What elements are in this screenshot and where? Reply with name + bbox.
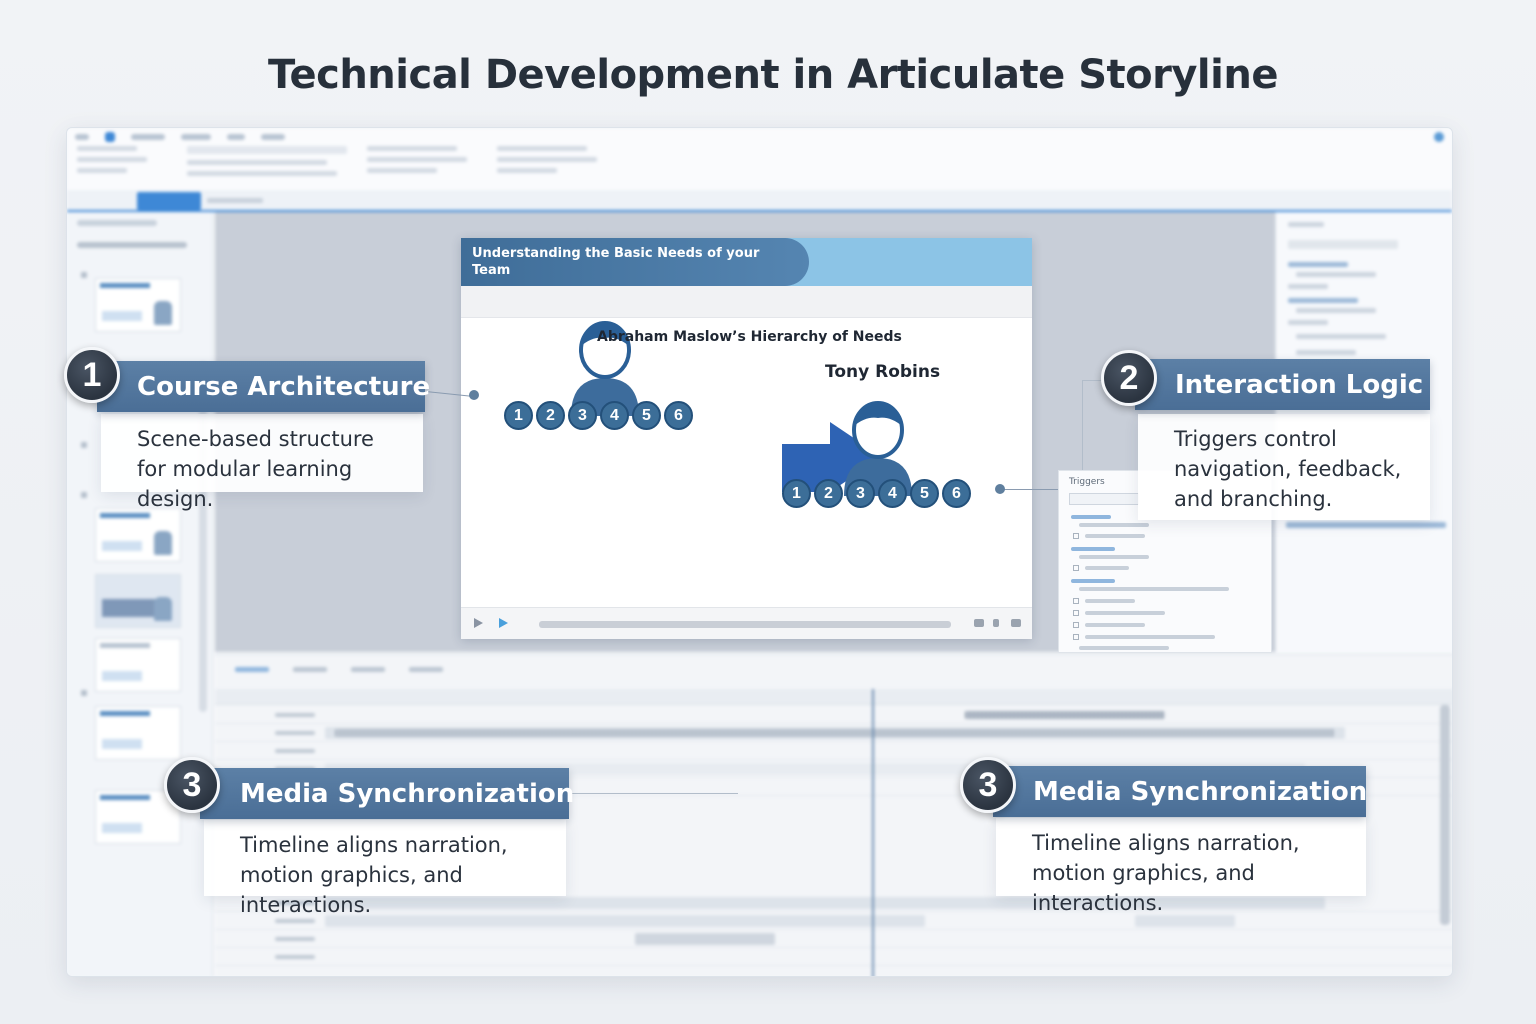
slide-number <box>81 272 87 278</box>
callout-4-description: Timeline aligns narration, motion graphi… <box>996 818 1366 915</box>
timeline-row[interactable] <box>215 725 1452 742</box>
play-icon[interactable] <box>499 618 508 628</box>
callout-1-badge: 1 <box>64 347 120 403</box>
timeline-playhead[interactable] <box>872 689 874 976</box>
callout-2-title: Interaction Logic <box>1135 359 1430 410</box>
slide-player-bar <box>461 607 1032 639</box>
ribbon-group <box>367 146 477 192</box>
timeline-tabs <box>235 667 443 672</box>
volume-icon[interactable] <box>974 619 984 627</box>
connector-dot <box>469 390 479 400</box>
number-circle[interactable]: 3 <box>846 479 875 508</box>
callout-1-description: Scene-based structure for modular learni… <box>101 414 423 511</box>
callout-4-desc-line: motion graphics, and interactions. <box>1032 861 1255 915</box>
timeline-row[interactable] <box>215 949 1452 966</box>
ribbon-tab-active[interactable] <box>105 132 115 142</box>
callout-1-desc-line: Scene-based structure <box>137 427 374 451</box>
callout-3-description: Timeline aligns narration, motion graphi… <box>204 820 566 917</box>
slide-text-maslow[interactable]: Abraham Maslow’s Hierarchy of Needs <box>597 329 902 345</box>
tab-timeline[interactable] <box>235 667 269 672</box>
callout-3-title: Media Synchronization <box>200 768 574 819</box>
slide-thumbnail[interactable] <box>95 638 181 692</box>
callout-2-description: Triggers control navigation, feedback, a… <box>1138 414 1430 520</box>
tab[interactable] <box>207 198 263 203</box>
slide-canvas[interactable]: Understanding the Basic Needs of your Te… <box>461 238 1032 639</box>
slide-subbar <box>461 286 1032 318</box>
settings-icon[interactable] <box>1011 619 1021 627</box>
slide-header: Understanding the Basic Needs of your Te… <box>461 238 1032 286</box>
slide-thumbnail[interactable] <box>95 278 181 332</box>
timeline-row[interactable] <box>215 743 1452 760</box>
close-icon[interactable] <box>993 619 999 627</box>
callout-4-title: Media Synchronization <box>993 766 1367 817</box>
number-circle[interactable]: 4 <box>600 401 629 430</box>
callout-2-desc-line: navigation, feedback, <box>1174 457 1402 481</box>
slide-number <box>81 690 87 696</box>
number-circle[interactable]: 1 <box>504 401 533 430</box>
status-bar <box>67 127 1452 128</box>
callout-2-desc-line: and branching. <box>1174 487 1333 511</box>
number-circle[interactable]: 5 <box>632 401 661 430</box>
timeline-row[interactable] <box>215 931 1452 948</box>
ribbon-tab[interactable] <box>75 134 89 140</box>
tab-notes[interactable] <box>351 667 385 672</box>
slide-thumbnail[interactable] <box>95 574 181 628</box>
slide-header-tab: Understanding the Basic Needs of your Te… <box>461 238 809 286</box>
slide-thumbnail[interactable] <box>95 706 181 760</box>
number-circle[interactable]: 1 <box>782 479 811 508</box>
slide-number <box>81 442 87 448</box>
callout-1-title: Course Architecture <box>97 361 430 412</box>
page-title: Technical Development in Articulate Stor… <box>268 52 1278 98</box>
connector-line <box>1000 489 1058 490</box>
slide-thumbnail[interactable] <box>95 508 181 562</box>
callout-3-desc-line: motion graphics, and interactions. <box>240 863 463 917</box>
number-circle[interactable]: 2 <box>814 479 843 508</box>
tab-markers[interactable] <box>409 667 443 672</box>
slide-header-text[interactable]: Understanding the Basic Needs of your Te… <box>472 245 762 279</box>
scrollbar[interactable] <box>1440 705 1450 925</box>
ribbon-tab[interactable] <box>181 134 211 140</box>
ribbon-tabs <box>75 132 285 142</box>
number-row-1[interactable]: 1 2 3 4 5 6 <box>504 401 693 430</box>
callout-2-desc-line: Triggers control <box>1174 427 1337 451</box>
callout-2-badge: 2 <box>1101 350 1157 406</box>
callout-4-desc-line: Timeline aligns narration, <box>1032 831 1300 855</box>
triggers-panel-title: Triggers <box>1069 477 1105 487</box>
document-tabbar <box>67 190 1452 212</box>
number-row-2[interactable]: 1 2 3 4 5 6 <box>782 479 971 508</box>
tab-states[interactable] <box>293 667 327 672</box>
triggers-toolbar[interactable] <box>1069 493 1139 505</box>
number-circle[interactable]: 4 <box>878 479 907 508</box>
ribbon-group <box>187 146 357 192</box>
connector-line <box>1082 380 1083 470</box>
timeline-ruler[interactable] <box>215 689 1452 705</box>
tab-active[interactable] <box>137 192 201 210</box>
panel-header <box>77 220 157 226</box>
number-circle[interactable]: 5 <box>910 479 939 508</box>
ribbon-group <box>77 146 157 192</box>
help-icon[interactable] <box>1434 132 1444 142</box>
callout-3-desc-line: Timeline aligns narration, <box>240 833 508 857</box>
number-circle[interactable]: 2 <box>536 401 565 430</box>
ribbon-tab[interactable] <box>261 134 285 140</box>
slide-text-robins[interactable]: Tony Robins <box>825 362 940 382</box>
scene-title <box>77 242 187 248</box>
number-circle[interactable]: 6 <box>664 401 693 430</box>
connector-line <box>568 793 738 794</box>
connector-dot <box>995 484 1005 494</box>
callout-3-badge: 3 <box>164 757 220 813</box>
ribbon-group <box>497 146 607 192</box>
callout-4-badge: 3 <box>960 757 1016 813</box>
scenes-panel <box>67 212 213 976</box>
number-circle[interactable]: 6 <box>942 479 971 508</box>
ribbon-tab[interactable] <box>131 134 165 140</box>
timeline-row[interactable] <box>215 707 1452 724</box>
play-icon[interactable] <box>474 618 483 628</box>
seek-bar[interactable] <box>539 621 951 628</box>
ribbon-tab[interactable] <box>227 134 245 140</box>
callout-1-desc-line: for modular learning design. <box>137 457 353 511</box>
number-circle[interactable]: 3 <box>568 401 597 430</box>
slide-number <box>81 492 87 498</box>
